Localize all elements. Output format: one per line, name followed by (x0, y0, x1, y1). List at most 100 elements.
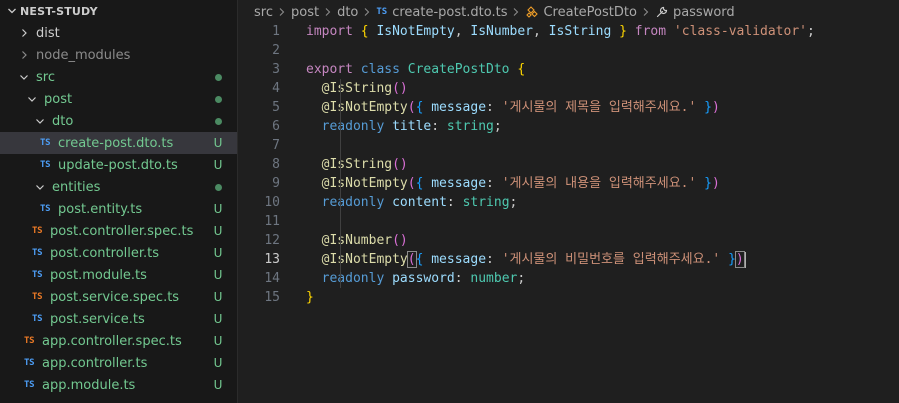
code-line: 14 readonly password: number; (238, 269, 899, 288)
typescript-file-icon: TS (376, 7, 388, 17)
code-line: 8 @IsString() (238, 155, 899, 174)
tree-file-post-controller[interactable]: TS post.controller.ts U (0, 242, 237, 264)
wrench-icon (655, 5, 669, 19)
line-number: 8 (272, 157, 280, 172)
tree-item-label: dto (52, 113, 74, 129)
typescript-file-icon: TS (24, 358, 35, 368)
line-number: 6 (272, 119, 280, 134)
class-symbol-icon (525, 5, 539, 19)
chevron-right-icon (16, 47, 32, 63)
chevron-down-icon (6, 5, 18, 17)
code-line: 3 export class CreatePostDto { (238, 60, 899, 79)
code-line: 4 @IsString() (238, 79, 899, 98)
chevron-down-icon (24, 91, 40, 107)
typescript-test-file-icon: TS (32, 226, 43, 236)
git-status-badge: U (213, 334, 223, 348)
line-number: 11 (264, 214, 280, 229)
git-status-dot (213, 110, 223, 132)
tree-item-label: post.service.spec.ts (50, 289, 180, 305)
code-line: 2 (238, 41, 899, 60)
tree-item-label: app.module.ts (42, 377, 136, 393)
chevron-down-icon (32, 179, 48, 195)
tree-file-post-service[interactable]: TS post.service.ts U (0, 308, 237, 330)
tree-file-post-entity[interactable]: TS post.entity.ts U (0, 198, 237, 220)
chevron-right-icon (16, 25, 32, 41)
line-number: 5 (272, 100, 280, 115)
code-line: 7 (238, 136, 899, 155)
git-status-badge: U (213, 312, 223, 326)
chevron-down-icon (32, 113, 48, 129)
typescript-file-icon: TS (40, 160, 51, 170)
git-status-badge: U (213, 158, 223, 172)
tree-item-label: app.controller.ts (42, 355, 148, 371)
breadcrumb-item-file[interactable]: create-post.dto.ts (392, 5, 507, 20)
tree-file-create-post-dto[interactable]: TS create-post.dto.ts U (0, 132, 237, 154)
code-editor[interactable]: 1 import { IsNotEmpty, IsNumber, IsStrin… (238, 22, 899, 307)
tree-item-label: post (44, 91, 73, 107)
line-number: 10 (264, 195, 280, 210)
explorer-project-title: NEST-STUDY (20, 4, 98, 18)
breadcrumb-item-property[interactable]: password (673, 5, 735, 20)
text-cursor (743, 251, 746, 268)
typescript-test-file-icon: TS (24, 336, 35, 346)
tree-item-label: dist (36, 25, 60, 41)
line-number: 3 (272, 62, 280, 77)
tree-item-label: update-post.dto.ts (58, 157, 178, 173)
tree-folder-src[interactable]: src (0, 66, 237, 88)
typescript-file-icon: TS (32, 314, 43, 324)
typescript-file-icon: TS (32, 248, 43, 258)
tree-item-label: post.controller.spec.ts (50, 223, 194, 239)
breadcrumb-item-post[interactable]: post (291, 5, 319, 20)
explorer-sidebar: NEST-STUDY dist node_modules src post dt… (0, 0, 238, 403)
tree-file-post-service-spec[interactable]: TS post.service.spec.ts U (0, 286, 237, 308)
breadcrumb-item-src[interactable]: src (254, 5, 273, 20)
tree-folder-node-modules[interactable]: node_modules (0, 44, 237, 66)
git-status-dot (213, 88, 223, 110)
tree-item-label: entities (52, 179, 101, 195)
tree-item-label: post.controller.ts (50, 245, 160, 261)
tree-file-post-controller-spec[interactable]: TS post.controller.spec.ts U (0, 220, 237, 242)
git-status-badge: U (213, 378, 223, 392)
line-number: 12 (264, 233, 280, 248)
line-number: 2 (272, 43, 280, 58)
breadcrumb-item-dto[interactable]: dto (337, 5, 358, 20)
tree-file-app-controller[interactable]: TS app.controller.ts U (0, 352, 237, 374)
tree-folder-dist[interactable]: dist (0, 22, 237, 44)
git-status-badge: U (213, 356, 223, 370)
line-number: 9 (272, 176, 280, 191)
chevron-right-icon (363, 7, 371, 17)
code-line: 12 @IsNumber() (238, 231, 899, 250)
chevron-right-icon (324, 7, 332, 17)
line-number: 15 (264, 290, 280, 305)
tree-item-label: app.controller.spec.ts (42, 333, 182, 349)
typescript-file-icon: TS (40, 204, 51, 214)
tree-folder-post[interactable]: post (0, 88, 237, 110)
git-status-badge: U (213, 224, 223, 238)
tree-item-label: post.service.ts (50, 311, 145, 327)
tree-file-post-module[interactable]: TS post.module.ts U (0, 264, 237, 286)
chevron-right-icon (278, 7, 286, 17)
tree-file-update-post-dto[interactable]: TS update-post.dto.ts U (0, 154, 237, 176)
line-number: 13 (264, 252, 280, 267)
git-status-dot (213, 66, 223, 88)
explorer-project-header[interactable]: NEST-STUDY (0, 0, 237, 22)
line-number: 14 (264, 271, 280, 286)
breadcrumb: src post dto TS create-post.dto.ts Creat… (238, 0, 899, 24)
typescript-file-icon: TS (32, 270, 43, 280)
git-status-badge: U (213, 290, 223, 304)
tree-folder-dto[interactable]: dto (0, 110, 237, 132)
tree-item-label: node_modules (36, 47, 131, 63)
tree-file-app-controller-spec[interactable]: TS app.controller.spec.ts U (0, 330, 237, 352)
typescript-file-icon: TS (40, 138, 51, 148)
git-status-badge: U (213, 136, 223, 150)
tree-folder-entities[interactable]: entities (0, 176, 237, 198)
line-number: 7 (272, 138, 280, 153)
git-status-badge: U (213, 268, 223, 282)
code-line: 9 @IsNotEmpty({ message: '게시물의 내용을 입력해주세… (238, 174, 899, 193)
code-line: 6 readonly title: string; (238, 117, 899, 136)
typescript-test-file-icon: TS (32, 292, 43, 302)
breadcrumb-item-class[interactable]: CreatePostDto (543, 5, 636, 20)
code-line: 11 (238, 212, 899, 231)
tree-file-app-module[interactable]: TS app.module.ts U (0, 374, 237, 396)
file-tree: dist node_modules src post dto TS create (0, 22, 237, 396)
